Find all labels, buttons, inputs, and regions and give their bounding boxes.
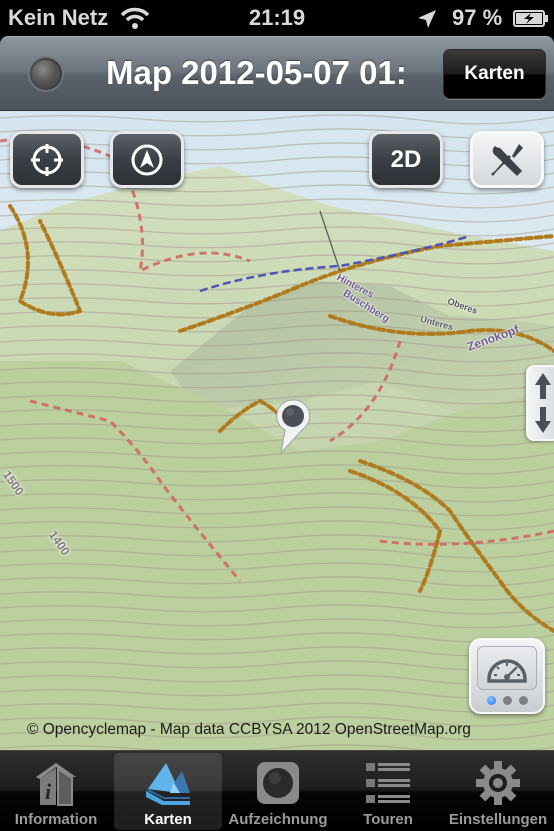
gear-icon bbox=[476, 761, 520, 805]
mountains-icon bbox=[146, 763, 190, 805]
tab-einstellungen[interactable]: Einstellungen bbox=[444, 753, 552, 830]
map-view[interactable]: Zenokopf Hinteres Buschberg Unteres Ober… bbox=[0, 111, 554, 750]
info-house-icon: i bbox=[36, 763, 76, 806]
view-mode-button[interactable]: 2D bbox=[369, 131, 443, 188]
tab-information[interactable]: i Information bbox=[2, 753, 110, 830]
crosshair-icon bbox=[31, 143, 63, 176]
speedometer-icon bbox=[487, 659, 527, 683]
compass-arrow-icon bbox=[131, 144, 163, 175]
navigation-bar: Map 2012-05-07 01: Karten bbox=[0, 36, 554, 111]
tab-label: Einstellungen bbox=[448, 811, 548, 828]
dashboard-button[interactable] bbox=[469, 638, 545, 714]
karten-button[interactable]: Karten bbox=[443, 49, 546, 99]
tab-bar: i Information Karten Aufzeichnung Touren bbox=[0, 750, 554, 831]
dashboard-page-indicator bbox=[471, 696, 543, 705]
list-icon bbox=[366, 763, 410, 803]
battery-charging-icon bbox=[513, 10, 548, 27]
locate-button[interactable] bbox=[10, 131, 84, 188]
up-down-arrows-icon bbox=[535, 373, 551, 433]
svg-text:i: i bbox=[45, 779, 52, 804]
tools-button[interactable] bbox=[470, 131, 544, 188]
tab-label: Aufzeichnung bbox=[228, 811, 328, 828]
map-pin-icon[interactable] bbox=[273, 398, 313, 454]
tab-touren[interactable]: Touren bbox=[334, 753, 442, 830]
tab-label: Information bbox=[14, 811, 98, 828]
dashboard-screen bbox=[477, 646, 537, 690]
location-arrow-icon bbox=[418, 10, 436, 28]
record-led-icon bbox=[30, 58, 62, 90]
status-bar: Kein Netz 21:19 97 % bbox=[0, 0, 554, 36]
battery-percent: 97 % bbox=[452, 5, 503, 30]
compass-button[interactable] bbox=[110, 131, 184, 188]
tab-karten[interactable]: Karten bbox=[114, 753, 222, 830]
tab-aufzeichnung[interactable]: Aufzeichnung bbox=[224, 753, 332, 830]
record-button-icon bbox=[257, 762, 299, 804]
page-dot bbox=[502, 696, 512, 705]
page-title: Map 2012-05-07 01: bbox=[106, 54, 407, 91]
tab-label: Touren bbox=[363, 811, 413, 828]
view-mode-label: 2D bbox=[390, 145, 422, 173]
map-attribution: © Opencyclemap - Map data CCBYSA 2012 Op… bbox=[27, 721, 471, 738]
tab-label: Karten bbox=[144, 811, 192, 828]
wrench-screwdriver-icon bbox=[491, 143, 523, 176]
tilt-control[interactable] bbox=[526, 365, 554, 441]
page-dot bbox=[518, 696, 528, 705]
page-dot-active bbox=[486, 696, 496, 705]
